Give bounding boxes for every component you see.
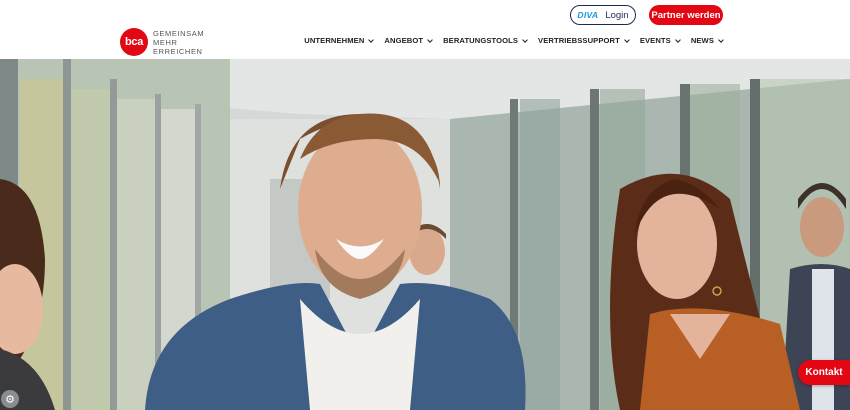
kontakt-button[interactable]: Kontakt [798,360,850,385]
gear-icon[interactable]: ⚙ [1,390,19,408]
diva-logo: DIVA [577,10,599,20]
nav-label: NEWS [690,36,714,45]
chevron-down-icon [674,36,681,43]
nav-label: BERATUNGSTOOLS [443,36,519,45]
bca-logo[interactable]: bca [120,28,148,56]
tagline-line: ERREICHEN [153,47,203,56]
main-nav: UNTERNEHMEN ANGEBOT BERATUNGSTOOLS VERTR… [304,36,724,45]
nav-label: VERTRIEBSSUPPORT [538,36,620,45]
nav-label: EVENTS [639,36,671,45]
chevron-down-icon [427,36,433,43]
tagline-line: GEMEINSAM [153,29,205,38]
chevron-down-icon [368,36,375,43]
nav-item-news[interactable]: NEWS [690,36,724,45]
nav-item-angebot[interactable]: ANGEBOT [384,36,433,45]
partner-werden-button[interactable]: Partner werden [649,5,723,25]
nav-item-events[interactable]: EVENTS [639,36,681,45]
hero-photo-illustration [0,59,850,410]
login-label: Login [605,9,629,21]
tagline-line: MEHR [153,38,178,47]
logo-tagline: GEMEINSAM MEHR ERREICHEN [153,29,204,56]
nav-label: ANGEBOT [384,36,424,45]
site-header: bca GEMEINSAM MEHR ERREICHEN DIVA Login … [0,0,850,59]
nav-item-vertriebssupport[interactable]: VERTRIEBSSUPPORT [538,36,630,45]
nav-item-beratungstools[interactable]: BERATUNGSTOOLS [443,36,528,45]
nav-item-unternehmen[interactable]: UNTERNEHMEN [304,36,375,45]
hero-image: Kontakt ⚙ [0,59,850,410]
chevron-down-icon [718,36,724,43]
nav-label: UNTERNEHMEN [304,36,365,45]
chevron-down-icon [623,36,630,43]
chevron-down-icon [522,36,528,43]
diva-login-button[interactable]: DIVA Login [570,5,636,25]
